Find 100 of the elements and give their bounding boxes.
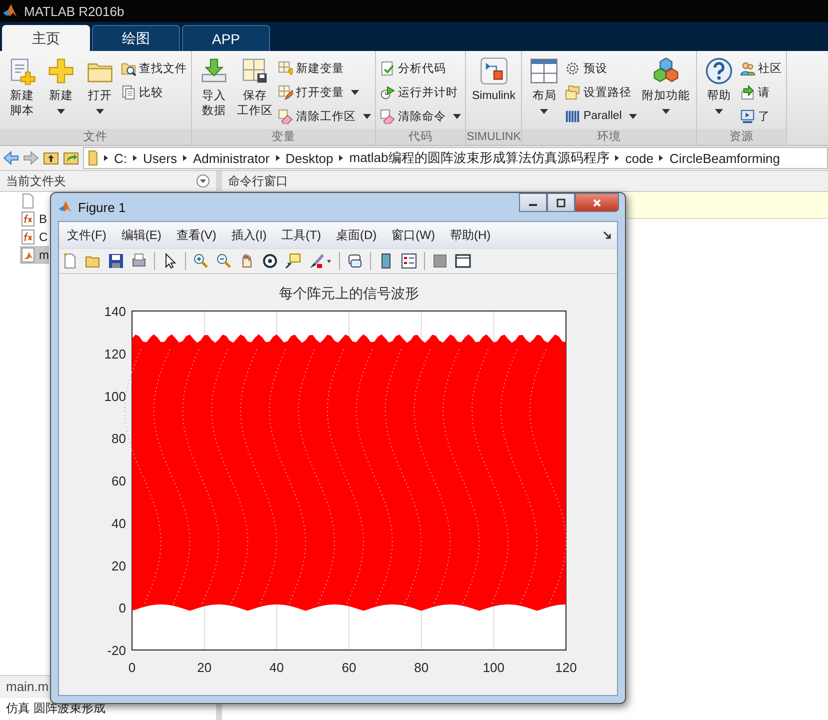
menu-item[interactable]: 工具(T) [282,226,321,244]
table-disk-icon [241,57,269,85]
menu-item[interactable]: 桌面(D) [336,226,377,244]
tick-label: 120 [555,660,577,675]
tick-label: 60 [342,660,356,675]
grid-pencil-icon [278,84,293,100]
folder-up-icon[interactable] [43,150,59,166]
function-file-icon [20,211,36,227]
file-item[interactable]: m [20,246,49,264]
tick-label: 80 [414,660,429,675]
ribbon-button[interactable]: Parallel [565,105,637,127]
dropdown-icon[interactable] [196,174,210,188]
square-icon[interactable] [432,253,448,269]
grid-plus-icon [278,60,293,76]
eraser-icon [278,108,293,124]
back-arrow-icon[interactable] [3,150,19,166]
layout-icon [530,57,558,85]
close-button[interactable] [575,193,619,212]
tick-label: 40 [269,660,284,675]
app-logo-icon [58,200,72,214]
menu-item[interactable]: 插入(I) [231,226,267,244]
ribbon-button[interactable]: 保存 工作区 [235,55,275,119]
path-segment[interactable]: Administrator [192,150,270,166]
chevron-icon [659,155,664,161]
ribbon-button[interactable]: 清除工作区 [278,105,371,127]
ribbon-tab[interactable]: APP [182,25,270,51]
ribbon-button[interactable]: 请 [740,81,782,103]
ribbon-button[interactable]: 布局 [526,55,562,114]
menu-item[interactable]: 帮助(H) [450,226,491,244]
help-icon [704,57,733,85]
path-segment[interactable]: Desktop [286,150,334,166]
group-label: 资源 [696,129,786,145]
data-cursor-icon[interactable] [285,253,301,269]
maximize-button[interactable] [547,193,575,212]
script-file-icon [20,247,36,263]
chevron-icon [339,155,344,161]
ribbon-button[interactable]: 清除命令 [380,105,461,127]
printer-icon[interactable] [131,253,147,269]
new-file-icon[interactable] [62,253,78,269]
minimize-icon [529,204,537,206]
panel-icon[interactable] [455,253,471,269]
ribbon-button[interactable]: 查找文件 [121,57,187,79]
dock-arrow-icon[interactable] [603,231,611,239]
legend-icon[interactable] [401,253,417,269]
documents-icon [121,84,136,100]
bars-icon [565,108,580,124]
ribbon-button[interactable]: 设置路径 [565,81,637,103]
ribbon-button[interactable]: 新建 [43,55,79,114]
ribbon-button[interactable]: 帮助 [700,55,737,114]
window-title: MATLAB R2016b [24,4,124,18]
panel-title: 当前文件夹 [6,172,66,190]
chevron-icon [276,155,280,161]
menu-item[interactable]: 查看(V) [176,226,216,244]
minimize-button[interactable] [519,193,547,212]
zoom-in-icon[interactable] [193,253,209,269]
tick-label: 0 [118,600,126,616]
ribbon-button[interactable]: 附加功能 [640,55,692,114]
ribbon-button[interactable]: 比较 [121,81,187,103]
document-plus-icon [8,57,36,85]
path-segment[interactable]: C: [114,150,127,166]
ribbon-button[interactable]: 新建变量 [278,57,371,79]
path-segment[interactable]: Users [143,150,177,166]
ribbon-button[interactable]: 分析代码 [380,57,461,79]
ribbon-button[interactable]: 导入 数据 [196,55,232,119]
ribbon-button[interactable]: 打开 [82,55,118,114]
monitor-icon [740,108,755,124]
brush-icon[interactable] [308,253,324,269]
ribbon-button[interactable]: 打开变量 [278,81,371,103]
panel-title: 命令行窗口 [228,172,288,190]
ribbon-button[interactable]: 新建 脚本 [4,55,40,119]
ribbon-button[interactable]: 运行并计时 [380,81,461,103]
ribbon-tab[interactable]: 主页 [2,25,90,51]
tick-label: 60 [112,474,126,488]
menu-item[interactable]: 文件(F) [67,226,106,244]
tick-label: 0 [128,660,136,675]
path-segment[interactable]: code [625,150,654,166]
group-label: SIMULINK [466,129,522,145]
ribbon-button[interactable]: Simulink [470,55,518,104]
path-segment[interactable]: matlab编程的圆阵波束形成算法仿真源码程序 [349,149,610,167]
zoom-out-icon[interactable] [216,253,232,269]
window-title: Figure 1 [78,200,126,214]
ribbon-button[interactable]: 了 [740,105,782,127]
ribbon-button[interactable]: 社区 [740,57,782,79]
menu-item[interactable]: 窗口(W) [392,226,435,244]
path-segment[interactable]: CircleBeamforming [669,150,780,166]
path-field[interactable]: C: Users Administrator Desktop matlab编程的圆阵波束形成算法仿真源码程序 code CircleBeamforming [83,147,828,169]
group-label: 变量 [192,129,375,145]
menu-item[interactable]: 编辑(E) [121,226,162,244]
ribbon-button[interactable]: 预设 [565,57,637,79]
file-item[interactable]: C [20,228,48,246]
file-item[interactable]: B [20,210,48,228]
tick-label: 40 [112,516,126,531]
ribbon-tab[interactable]: 绘图 [92,25,180,51]
chart-title: 每个阵元上的信号波形 [279,286,419,302]
group-label: 代码 [376,129,465,145]
tick-label: -20 [107,643,126,658]
tick-label: 80 [112,431,126,446]
save-icon[interactable] [108,253,124,269]
plus-icon [47,57,75,85]
close-icon [592,198,602,208]
